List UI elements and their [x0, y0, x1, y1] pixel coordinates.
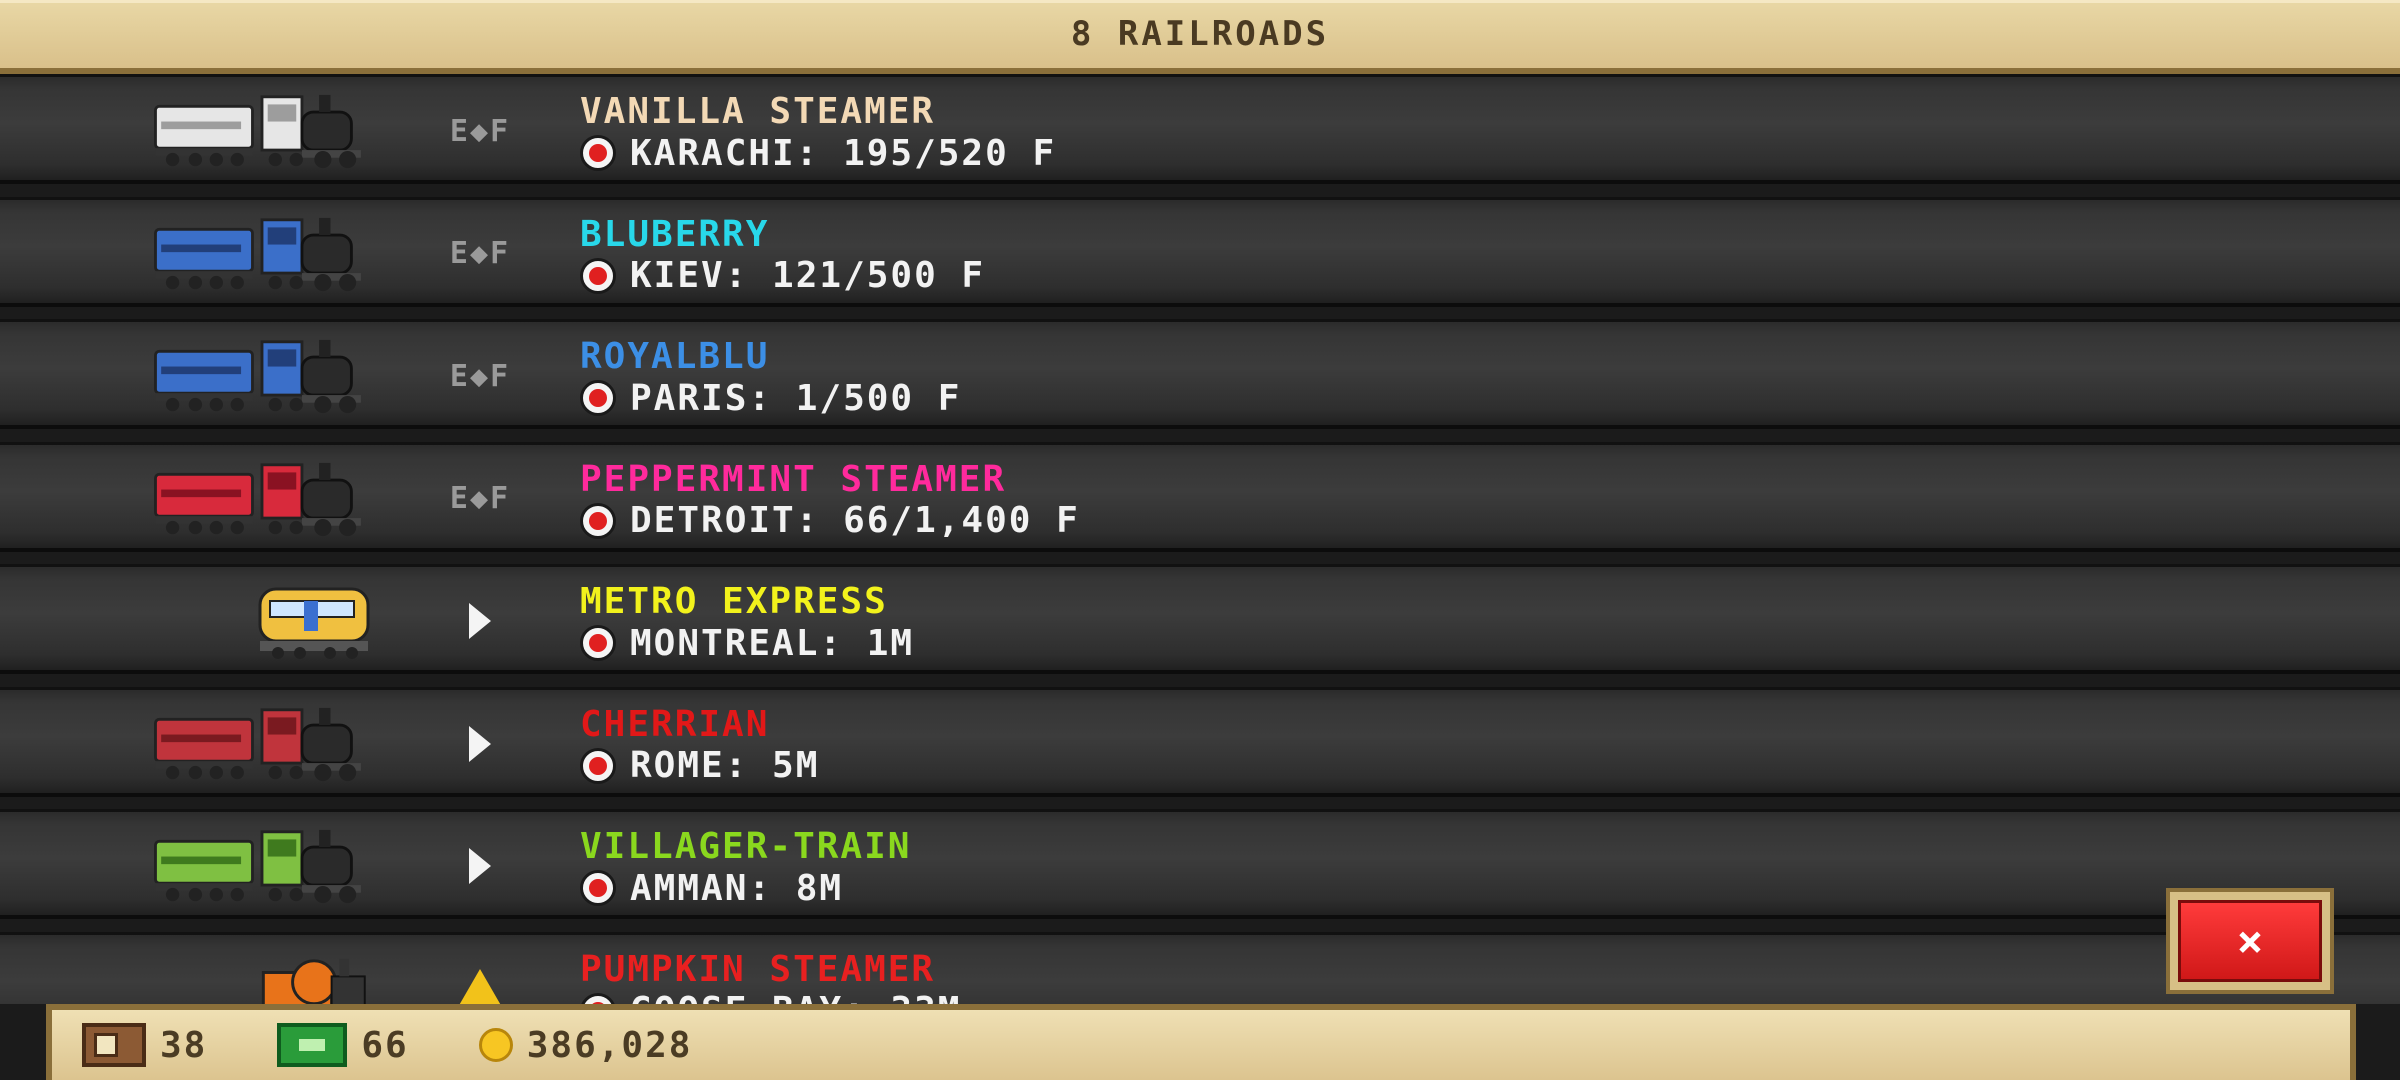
railroad-list[interactable]: E◆F VANILLA STEAMER KARACHI: 195/520 F E◆F… [0, 74, 2400, 1004]
destination: AMMAN: 8M [580, 867, 844, 909]
destination: GOOSE BAY: 33M [580, 990, 961, 1004]
train-name: VANILLA STEAMER [580, 91, 936, 132]
page-title: 8 RAILROADS [1070, 14, 1330, 54]
railroad-row[interactable]: E◆F VANILLA STEAMER KARACHI: 195/520 F [0, 74, 2400, 184]
train-name: BLUBERRY [580, 213, 770, 255]
close-icon: × [2178, 900, 2322, 982]
location-pin-icon [580, 380, 616, 416]
destination-text: GOOSE BAY: 33M [630, 990, 961, 1004]
destination: KARACHI: 195/520 F [580, 132, 1057, 174]
destination: PARIS: 1/500 F [580, 377, 962, 419]
railroad-row[interactable]: VILLAGER-TRAIN AMMAN: 8M [0, 809, 2400, 919]
play-icon[interactable] [445, 601, 515, 641]
location-pin-icon [580, 870, 616, 906]
destination-text: KIEV: 121/500 F [630, 255, 986, 296]
destination-text: PARIS: 1/500 F [630, 377, 962, 419]
destination: ROME: 5M [580, 745, 820, 786]
warning-icon[interactable] [445, 968, 515, 1004]
coin-icon [478, 1028, 513, 1062]
resource-bar: 38 66 386,028 [46, 1004, 2356, 1080]
location-pin-icon [580, 135, 616, 171]
train-name: VILLAGER-TRAIN [580, 826, 912, 867]
railroad-row[interactable]: PUMPKIN STEAMERGOOSE BAY: 33M [0, 931, 2400, 1004]
cash-count: 66 [361, 1024, 409, 1066]
location-pin-icon [580, 257, 616, 294]
location-pin-icon [580, 747, 616, 784]
train-name: PEPPERMINT STEAMER [580, 458, 1007, 500]
destination-text: ROME: 5M [630, 745, 820, 786]
destination-text: MONTREAL: 1M [630, 622, 915, 664]
play-icon[interactable] [445, 724, 515, 764]
empty-full-indicator-icon[interactable]: E◆F [445, 479, 515, 519]
top-banner: 8 RAILROADS [0, 0, 2400, 74]
destination: KIEV: 121/500 F [580, 255, 986, 296]
destination: MONTREAL: 1M [580, 622, 915, 664]
railroad-row[interactable]: CHERRIAN ROME: 5M [0, 686, 2400, 797]
train-name: METRO EXPRESS [580, 581, 888, 622]
train-name: PUMPKIN STEAMER [580, 948, 936, 990]
location-pin-icon [580, 502, 616, 539]
cash-stat: 66 [277, 1023, 408, 1067]
empty-full-indicator-icon[interactable]: E◆F [445, 356, 515, 396]
destination: DETROIT: 66/1,400 F [580, 500, 1080, 541]
crates-count: 38 [160, 1024, 208, 1066]
destination-text: DETROIT: 66/1,400 F [630, 500, 1080, 541]
crates-stat: 38 [82, 1023, 207, 1067]
destination-text: AMMAN: 8M [630, 867, 844, 909]
train-name: CHERRIAN [580, 703, 770, 745]
coins-count: 386,028 [526, 1024, 693, 1066]
close-button[interactable]: × [2166, 888, 2334, 994]
destination-text: KARACHI: 195/520 F [630, 132, 1057, 174]
location-pin-icon [580, 992, 616, 1004]
play-icon[interactable] [445, 846, 515, 886]
empty-full-indicator-icon[interactable]: E◆F [445, 234, 515, 274]
crate-icon [82, 1023, 146, 1067]
cash-icon [277, 1023, 348, 1067]
coins-stat: 386,028 [478, 1024, 693, 1066]
railroad-row[interactable]: E◆F ROYALBLU PARIS: 1/500 F [0, 319, 2400, 429]
railroad-row[interactable]: E◆F BLUBERRY KIEV: 121/500 F [0, 196, 2400, 307]
railroad-row[interactable]: METRO EXPRESS MONTREAL: 1M [0, 564, 2400, 674]
train-name: ROYALBLU [580, 336, 770, 377]
empty-full-indicator-icon[interactable]: E◆F [445, 111, 515, 151]
railroad-row[interactable]: E◆F PEPPERMINT STEAMER DETROIT: 66/1,400 F [0, 441, 2400, 552]
location-pin-icon [580, 625, 616, 661]
